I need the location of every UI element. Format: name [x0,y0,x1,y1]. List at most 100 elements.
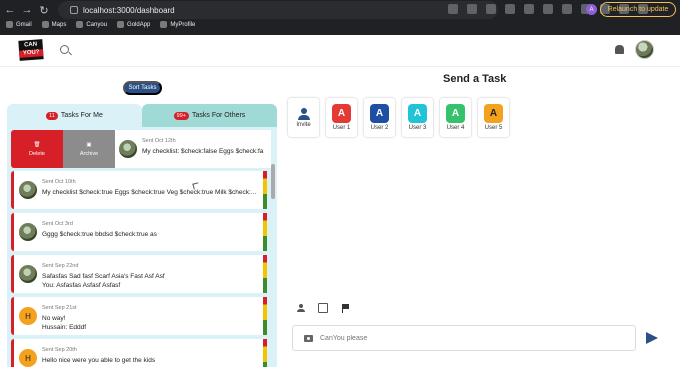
sender-avatar [119,140,137,158]
extension-icon[interactable] [505,4,515,14]
task-list[interactable]: 🗑 Delete ▣ Archive Sent Oct 12th My chec… [7,127,277,367]
priority-marker [11,297,14,335]
bookmark-canyou[interactable]: Canyou [76,21,107,28]
status-stripe [263,297,267,335]
tab-tasks-for-others[interactable]: 99+ Tasks For Others [142,104,277,127]
task-reply: You: Asfasfas Asfasf Asfasf [42,282,121,289]
bookmarks-bar: Gmail Maps Canyou GoldApp MyProfile [6,21,195,28]
bell-icon[interactable] [615,45,624,54]
user-label: User 3 [408,125,427,131]
relaunch-button[interactable]: Relaunch to update [600,2,676,17]
logo-bottom-text: YOU? [19,49,44,58]
task-date: Sent Oct 3rd [42,221,73,227]
bookmark-maps[interactable]: Maps [41,21,67,28]
archive-button[interactable]: ▣ Archive [63,130,115,168]
back-icon[interactable]: ← [3,3,17,17]
task-preview: Hello nice were you able to get the kids [42,357,156,364]
task-preview: Gggg $check:true bbdsd $check:true as [42,231,157,238]
priority-marker [11,255,14,293]
app-logo[interactable]: CAN YOU? [18,39,44,61]
task-card[interactable]: Sent Sep 22nd Safasfas Sad fasf Scarf As… [11,255,267,293]
browser-chrome: ← → ↻ localhost:3000/dashboard A Relaunc… [0,0,680,35]
tab-tasks-for-me[interactable]: 11 Tasks For Me [7,104,142,127]
task-card[interactable]: Sent Oct 10th My checklist $check:true E… [11,171,267,209]
task-message-input[interactable] [320,334,600,342]
priority-marker [11,339,14,367]
bookmark-gmail[interactable]: Gmail [6,21,32,28]
task-card[interactable]: H Sent Sep 21st No way! Hussain: Edddf [11,297,267,335]
status-stripe [263,213,267,251]
sender-avatar [19,223,37,241]
user-label: User 1 [332,125,351,131]
task-date: Sent Sep 20th [42,347,77,353]
recipient-list: Invite A User 1 A User 2 A User 3 A User… [288,98,509,137]
search-icon[interactable] [60,45,69,54]
tab-badge: 99+ [173,111,190,120]
folder-icon [117,21,125,28]
invite-button[interactable]: Invite [288,98,319,137]
task-card[interactable]: Sent Oct 3rd Gggg $check:true bbdsd $che… [11,213,267,251]
extension-icon[interactable] [524,4,534,14]
folder-icon [76,21,84,28]
gmail-icon [6,21,13,28]
bookmark-label: Gmail [16,21,32,28]
camera-icon[interactable] [304,334,313,342]
user-card-5[interactable]: A User 5 [478,98,509,137]
bookmark-myprofile[interactable]: MyProfile [160,21,195,28]
user-card-2[interactable]: A User 2 [364,98,395,137]
extension-icon[interactable] [486,4,496,14]
extension-icon[interactable] [562,4,572,14]
tab-label: Tasks For Me [60,112,103,119]
add-person-icon[interactable] [296,303,306,313]
address-bar[interactable]: localhost:3000/dashboard [58,1,498,19]
site-info-icon[interactable] [70,6,78,14]
user-card-3[interactable]: A User 3 [402,98,433,137]
task-tabs: 11 Tasks For Me 99+ Tasks For Others [7,104,277,127]
task-date: Sent Oct 10th [42,179,76,185]
user-avatar[interactable] [635,40,654,59]
calendar-icon[interactable] [318,303,328,313]
user-card-1[interactable]: A User 1 [326,98,357,137]
user-label: User 2 [370,125,389,131]
forward-icon[interactable]: → [20,3,34,17]
flag-icon[interactable] [340,303,350,313]
send-icon[interactable] [646,332,658,344]
user-avatar-1: A [332,104,351,123]
task-row-swipe[interactable]: 🗑 Delete ▣ Archive Sent Oct 12th My chec… [11,130,271,168]
sender-avatar: H [19,349,37,367]
extension-icon[interactable] [448,4,458,14]
sort-tasks-button[interactable]: Sort Tasks [123,81,162,95]
tab-badge: 11 [46,111,58,120]
status-stripe [263,171,267,209]
add-person-icon [295,107,313,120]
task-input-box[interactable] [292,325,636,351]
extension-icon[interactable] [467,4,477,14]
task-list-scrollbar[interactable] [271,164,275,199]
user-avatar-2: A [370,104,389,123]
task-card[interactable]: H Sent Sep 20th Hello nice were you able… [11,339,267,367]
maps-icon [41,21,49,28]
task-preview: My checklist: $check:false Eggs $check:f… [142,148,264,155]
task-preview: My checklist $check:true Eggs $check:tru… [42,189,257,196]
status-stripe [263,339,267,367]
extension-icon[interactable] [543,4,553,14]
invite-label: Invite [296,121,311,128]
bookmark-label: Maps [51,21,67,28]
archive-label: Archive [79,150,99,157]
task-date: Sent Sep 22nd [42,263,79,269]
user-label: User 5 [484,125,503,131]
priority-marker [11,171,14,209]
profile-avatar[interactable]: A [586,4,597,15]
user-avatar-3: A [408,104,427,123]
send-task-title: Send a Task [443,73,507,85]
task-card[interactable]: Sent Oct 12th My checklist: $check:false… [115,130,271,168]
user-card-4[interactable]: A User 4 [440,98,471,137]
address-row: ← → ↻ localhost:3000/dashboard A Relaunc… [0,1,680,19]
user-avatar-5: A [484,104,503,123]
delete-label: Delete [29,150,45,157]
delete-button[interactable]: 🗑 Delete [11,130,63,168]
sender-avatar: H [19,307,37,325]
task-date: Sent Sep 21st [42,305,77,311]
bookmark-goldapp[interactable]: GoldApp [117,21,150,28]
reload-icon[interactable]: ↻ [37,3,51,17]
